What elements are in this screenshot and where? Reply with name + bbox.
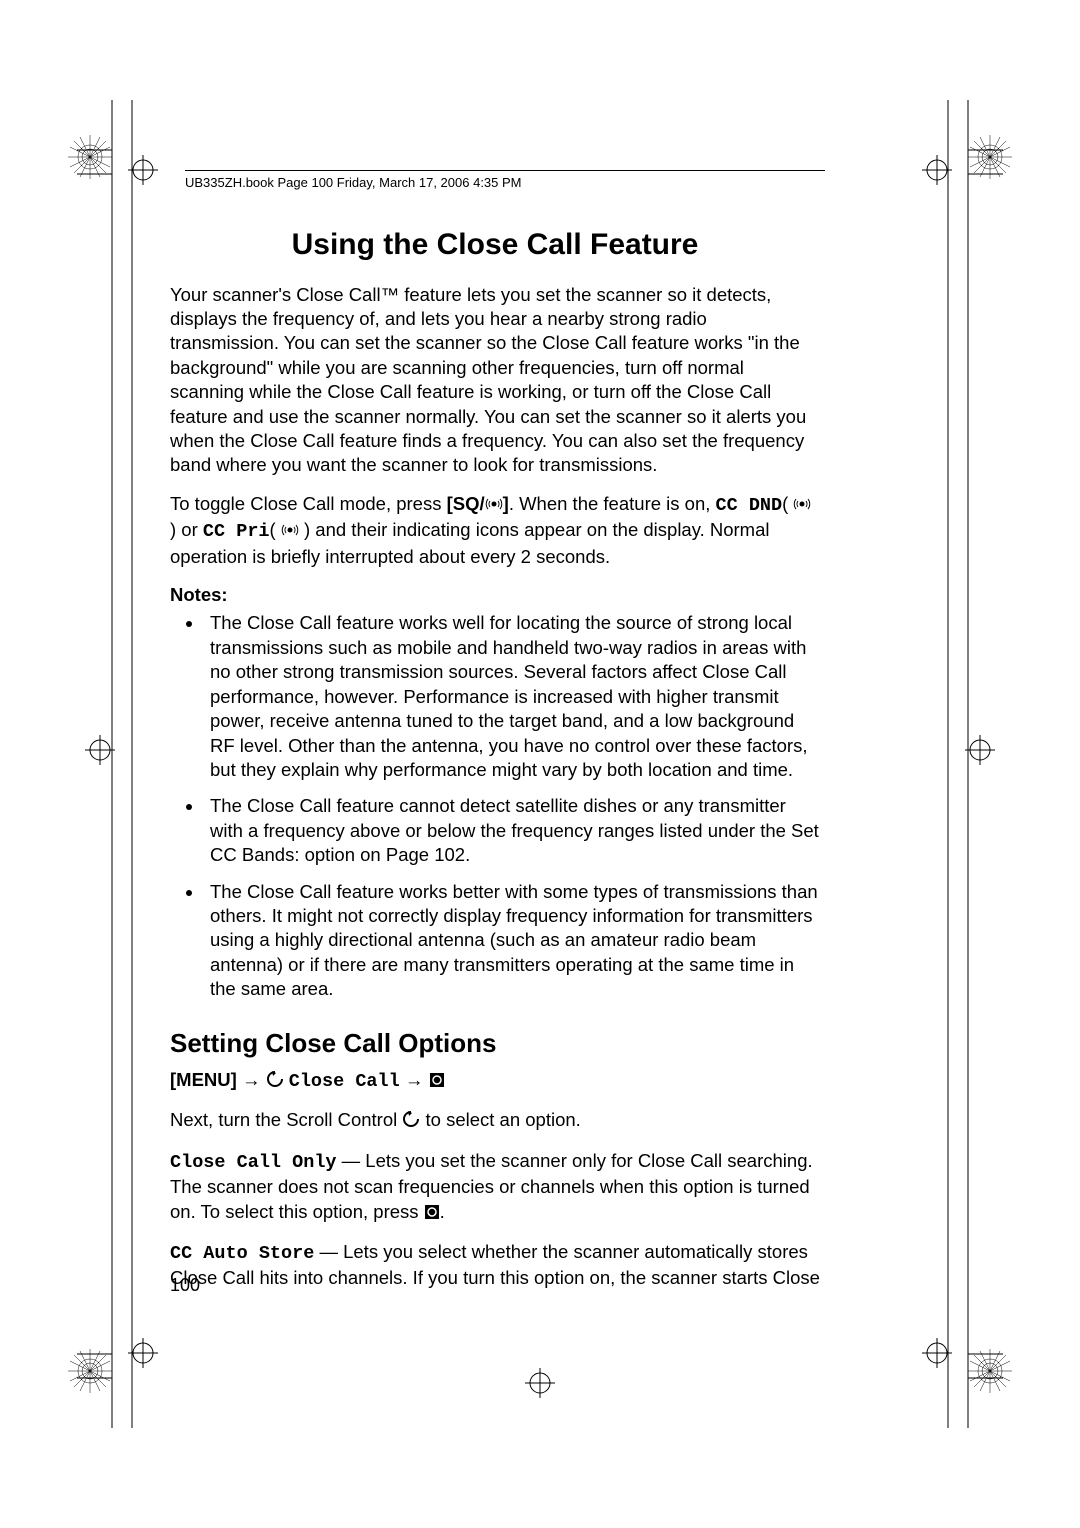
header-text: UB335ZH.book Page 100 Friday, March 17, … [185,175,522,190]
text: or [176,519,203,540]
enter-icon [429,1070,445,1094]
menu-label: [MENU] [170,1069,237,1090]
option-label: CC Auto Store [170,1243,314,1264]
cc-dnd-label: CC DND [716,495,783,516]
notes-heading: Notes: [170,583,820,607]
menu-path: [MENU] → Close Call → [170,1068,820,1094]
page-title: Using the Close Call Feature [170,225,820,265]
section-heading: Setting Close Call Options [170,1026,820,1060]
text: Next, turn the Scroll Control [170,1109,402,1130]
arrow-icon: → [242,1069,261,1090]
option-label: Close Call Only [170,1152,337,1173]
sq-label: [SQ/ [447,493,485,514]
page-number: 100 [170,1275,200,1296]
close-call-only-option: Close Call Only — Lets you set the scann… [170,1149,820,1226]
cc-auto-store-option: CC Auto Store — Lets you select whether … [170,1240,820,1291]
arrow-icon: → [405,1069,424,1090]
option-desc-end: . [440,1201,445,1222]
close-call-icon [485,494,503,518]
text: . When the feature is on, [509,493,716,514]
note-item: The Close Call feature cannot detect sat… [204,794,820,867]
note-item: The Close Call feature works better with… [204,880,820,1002]
text: To toggle Close Call mode, press [170,493,447,514]
scroll-icon [266,1070,284,1094]
toggle-paragraph: To toggle Close Call mode, press [SQ/]. … [170,492,820,569]
trim-lines-right [943,100,1023,1433]
page-content: Using the Close Call Feature Your scanne… [170,225,820,1305]
trim-lines-left [57,100,137,1433]
next-line: Next, turn the Scroll Control to select … [170,1108,820,1134]
page-header: UB335ZH.book Page 100 Friday, March 17, … [185,170,825,190]
enter-icon [424,1202,440,1226]
intro-paragraph: Your scanner's Close Call™ feature lets … [170,283,820,478]
registration-mark-bottom-center [525,1368,555,1403]
close-call-icon [793,494,811,518]
scroll-icon [402,1110,420,1134]
text: to select an option. [420,1109,580,1130]
notes-list: The Close Call feature works well for lo… [170,611,820,1001]
menu-item: Close Call [289,1071,400,1092]
note-item: The Close Call feature works well for lo… [204,611,820,782]
close-call-icon [281,520,299,544]
cc-pri-label: CC Pri [203,521,270,542]
